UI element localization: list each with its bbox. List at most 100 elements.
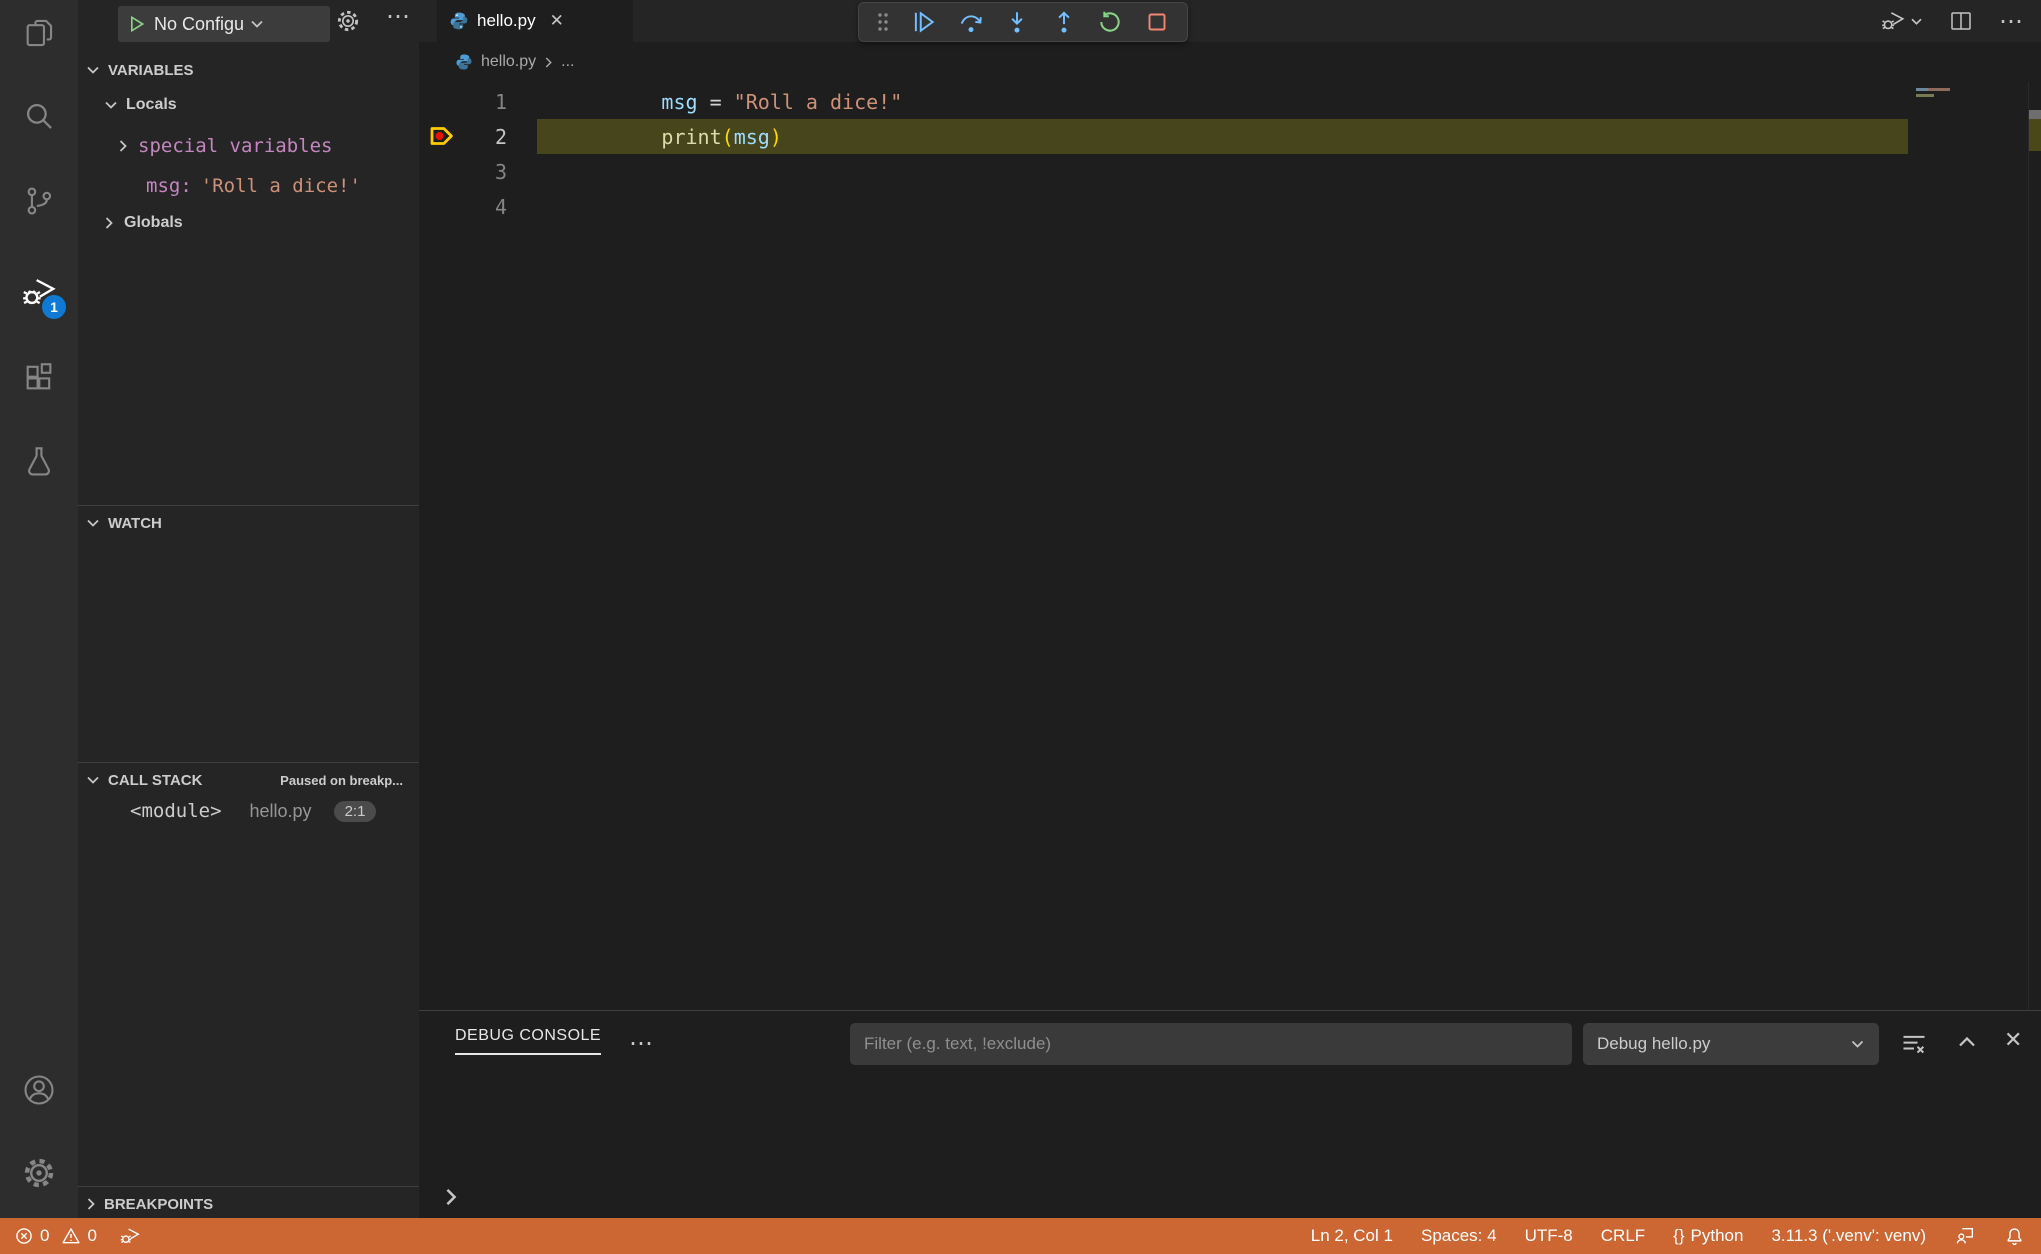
source-control-button[interactable] (0, 168, 78, 234)
tab-bar: hello.py ✕ ⋯ (419, 0, 2041, 42)
cursor-position[interactable]: Ln 2, Col 1 (1311, 1226, 1393, 1246)
bottom-panel: DEBUG CONSOLE ⋯ Debug hello.py ✕ (419, 1010, 2041, 1218)
watch-section-header[interactable]: WATCH (78, 506, 419, 540)
variable-msg-row[interactable]: msg: 'Roll a dice!' (146, 175, 361, 197)
run-python-file-dropdown[interactable] (1880, 8, 1923, 34)
stop-icon[interactable] (1137, 5, 1178, 39)
breakpoints-section-header[interactable]: BREAKPOINTS (78, 1187, 419, 1221)
minimap[interactable] (1908, 82, 2028, 382)
accounts-button[interactable] (0, 1057, 78, 1123)
continue-icon[interactable] (904, 5, 945, 39)
line-number[interactable]: 1 (465, 90, 507, 114)
indentation-setting[interactable]: Spaces: 4 (1421, 1226, 1497, 1246)
step-out-icon[interactable] (1043, 5, 1084, 39)
eol-setting[interactable]: CRLF (1601, 1226, 1645, 1246)
code-line-3: 3 (419, 154, 2041, 189)
debug-status-icon[interactable] (119, 1225, 141, 1247)
status-bar: 0 0 Ln 2, Col 1 Spaces: 4 UTF-8 CRLF {} … (0, 1218, 2041, 1254)
close-tab-icon[interactable]: ✕ (550, 11, 564, 31)
encoding-setting[interactable]: UTF-8 (1525, 1226, 1573, 1246)
testing-button[interactable] (0, 428, 78, 494)
more-actions-icon[interactable]: ⋯ (386, 2, 410, 31)
more-actions-icon[interactable]: ⋯ (1999, 7, 2023, 36)
debug-toolbar (858, 2, 1188, 42)
frame-position-badge: 2:1 (333, 800, 377, 822)
variables-title: VARIABLES (108, 61, 194, 79)
chevron-down-icon (104, 100, 118, 110)
restart-icon[interactable] (1090, 5, 1131, 39)
split-editor-icon[interactable] (1949, 9, 1973, 33)
stack-frame-row[interactable]: <module> hello.py 2:1 (130, 800, 377, 822)
line-number[interactable]: 2 (465, 125, 507, 149)
special-variables-label: special variables (138, 135, 333, 157)
globals-scope-row[interactable]: Globals (104, 214, 183, 232)
python-file-icon (455, 53, 473, 71)
tab-debug-console[interactable]: DEBUG CONSOLE (455, 1027, 602, 1055)
breakpoints-title: BREAKPOINTS (104, 1195, 214, 1213)
start-debug-icon (126, 14, 146, 34)
debug-session-dropdown[interactable]: Debug hello.py (1583, 1023, 1879, 1065)
line-number[interactable]: 3 (465, 160, 507, 184)
toolbar-drag-grip[interactable] (869, 5, 898, 39)
explorer-icon[interactable] (0, 0, 78, 66)
search-sidebar-button[interactable] (0, 83, 78, 149)
extensions-button[interactable] (0, 344, 78, 410)
special-variables-row[interactable]: special variables (118, 135, 332, 157)
code-line-2: 2 print(msg) (419, 119, 2041, 154)
python-interpreter[interactable]: 3.11.3 ('.venv': venv) (1771, 1226, 1926, 1246)
variable-name: msg: (146, 175, 192, 197)
tab-hello-py[interactable]: hello.py ✕ (437, 0, 633, 42)
launch-config-dropdown[interactable]: No Configu (118, 6, 330, 42)
frame-name: <module> (130, 800, 222, 822)
debug-count-badge: 1 (42, 295, 66, 319)
close-panel-icon[interactable]: ✕ (2004, 1027, 2022, 1053)
python-file-icon (449, 11, 469, 31)
step-into-icon[interactable] (997, 5, 1038, 39)
gear-icon (21, 1155, 57, 1191)
source-control-icon (22, 184, 56, 218)
code-line-4: 4 (419, 189, 2041, 224)
launch-config-label: No Configu (154, 13, 245, 34)
call-stack-title: CALL STACK (108, 771, 203, 789)
frame-file: hello.py (249, 800, 312, 821)
editor-group: hello.py ✕ ⋯ hello.py ... 1 msg = "Roll … (419, 0, 2041, 1218)
error-icon (14, 1226, 34, 1246)
error-count: 0 (40, 1226, 50, 1245)
chevron-down-icon (1850, 1039, 1865, 1049)
tab-label: hello.py (477, 11, 536, 30)
console-filter-input[interactable] (850, 1023, 1572, 1065)
run-debug-button[interactable]: 1 (0, 259, 78, 325)
debug-settings-gear-icon[interactable] (335, 8, 361, 34)
warning-icon (61, 1226, 81, 1246)
line-number[interactable]: 4 (465, 195, 507, 219)
chevron-down-icon (86, 518, 100, 528)
settings-button[interactable] (0, 1140, 78, 1206)
account-icon (21, 1072, 57, 1108)
testing-icon (22, 444, 56, 478)
variables-section-header[interactable]: VARIABLES (78, 53, 419, 87)
notifications-bell-icon[interactable] (2004, 1226, 2025, 1247)
feedback-icon[interactable] (1954, 1225, 1976, 1247)
locals-label: Locals (126, 96, 177, 113)
debug-sidebar: No Configu ⋯ VARIABLES Locals special va… (78, 0, 419, 1218)
call-stack-section-header[interactable]: CALL STACK Paused on breakp... (78, 763, 419, 797)
debug-session-label: Debug hello.py (1597, 1034, 1711, 1053)
locals-scope-row[interactable]: Locals (104, 96, 177, 114)
language-mode[interactable]: {} Python (1673, 1226, 1743, 1246)
maximize-panel-icon[interactable] (1956, 1035, 1978, 1049)
breakpoint-current-icon[interactable] (427, 121, 457, 151)
console-input-prompt-icon[interactable] (443, 1187, 459, 1207)
clear-console-icon[interactable] (1900, 1031, 1928, 1059)
problems-indicator[interactable]: 0 0 (14, 1226, 97, 1246)
code-editor[interactable]: 1 msg = "Roll a dice!" 2 print(msg) 3 4 (419, 82, 2041, 1010)
debug-controls-header: No Configu ⋯ (78, 0, 419, 48)
chevron-right-icon (86, 1197, 96, 1211)
breadcrumb-file[interactable]: hello.py (481, 53, 536, 71)
variable-value: 'Roll a dice!' (200, 175, 361, 197)
step-over-icon[interactable] (950, 5, 991, 39)
activity-bar: 1 (0, 0, 78, 1218)
search-icon (22, 99, 56, 133)
more-actions-icon[interactable]: ⋯ (629, 1029, 653, 1058)
chevron-down-icon (86, 65, 100, 75)
chevron-right-icon (104, 216, 114, 230)
